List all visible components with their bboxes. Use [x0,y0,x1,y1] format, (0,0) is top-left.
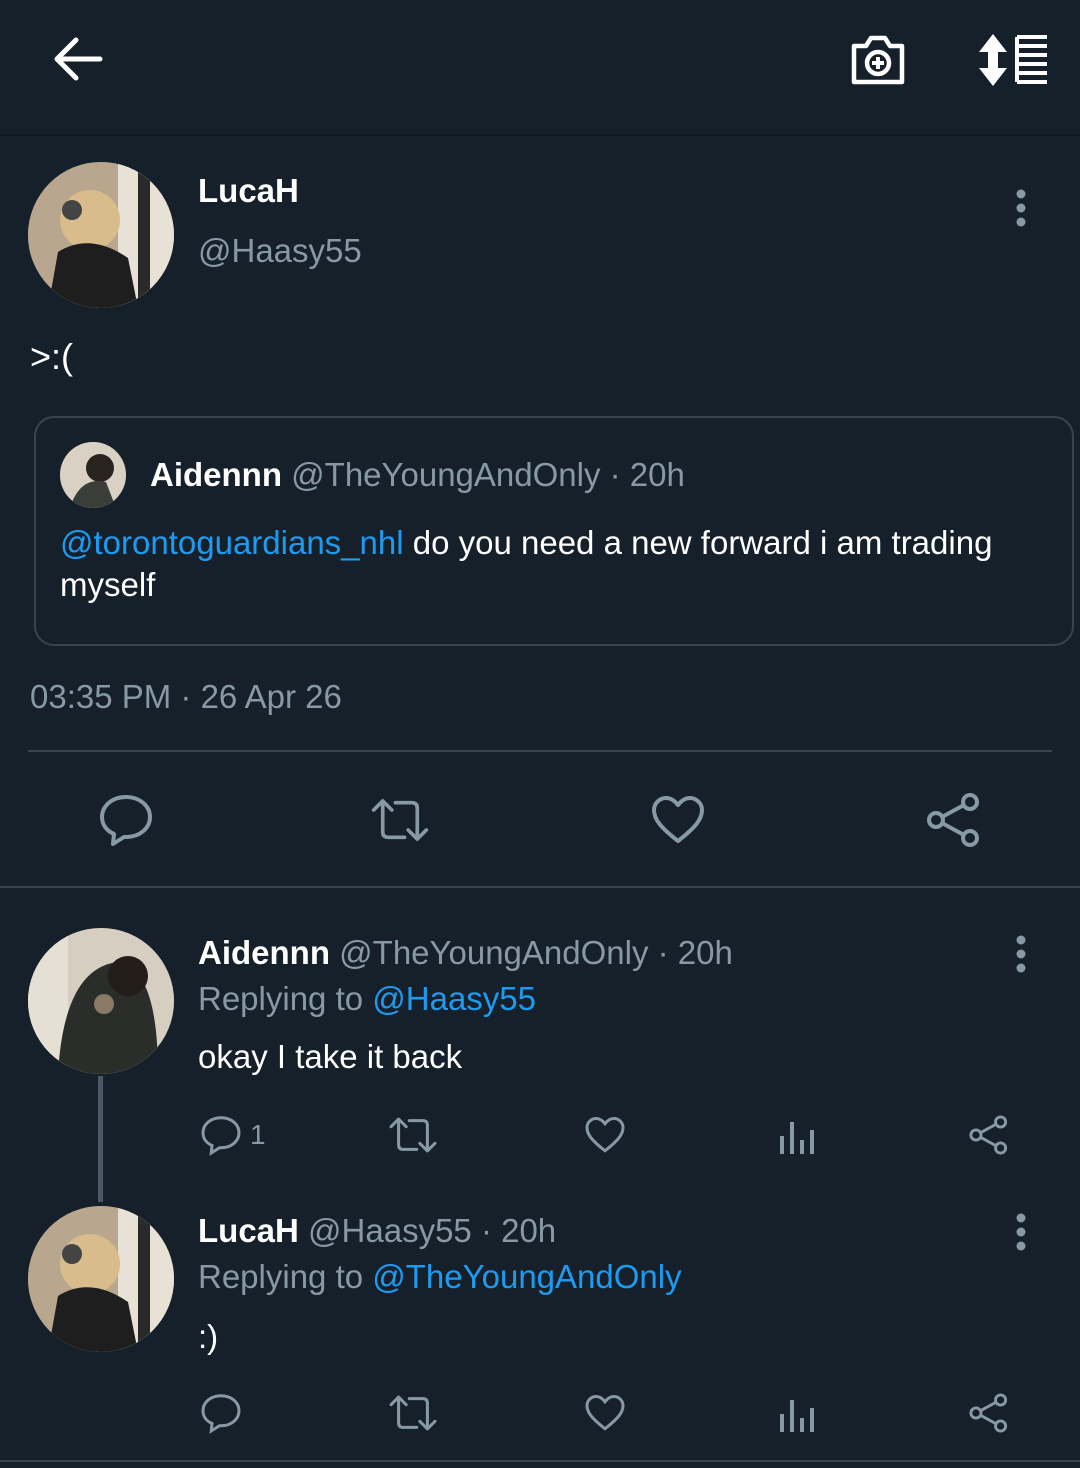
reply-author-handle[interactable]: @Haasy55 · 20h [308,1212,556,1249]
author-handle[interactable]: @Haasy55 [198,232,362,270]
thread-line [98,1076,103,1202]
like-icon[interactable] [648,790,708,850]
reply-author-name[interactable]: Aidennn [198,934,330,971]
retweet-icon[interactable] [388,1116,438,1154]
author-name[interactable]: LucaH [198,172,299,210]
back-arrow-icon[interactable] [40,26,116,92]
bottom-divider [0,1460,1080,1462]
more-options-icon[interactable] [1015,1212,1027,1252]
quoted-author-handle: @TheYoungAndOnly · 20h [291,456,685,493]
reply-header: Aidennn @TheYoungAndOnly · 20h [198,934,733,972]
share-icon[interactable] [968,1392,1010,1434]
tweet-timestamp: 03:35 PM · 26 Apr 26 [30,678,342,715]
like-icon[interactable] [584,1116,626,1154]
reply-icon [201,1116,241,1156]
reply-author-name[interactable]: LucaH [198,1212,299,1249]
reply-avatar[interactable] [28,1206,174,1352]
analytics-icon[interactable] [778,1116,816,1154]
like-icon[interactable] [584,1394,626,1432]
replying-to-prefix: Replying to [198,980,373,1017]
more-options-icon[interactable] [1015,188,1027,228]
share-icon[interactable] [968,1114,1010,1156]
camera-add-icon[interactable] [840,22,916,98]
reply-icon[interactable] [96,790,156,850]
top-app-bar [0,0,1080,136]
more-options-icon[interactable] [1015,934,1027,974]
avatar[interactable] [28,162,174,308]
reply-text: okay I take it back [198,1038,463,1075]
reply-text: :) [198,1318,219,1355]
sort-order-icon[interactable] [970,22,1056,98]
quoted-tweet-card[interactable]: Aidennn @TheYoungAndOnly · 20h @torontog… [34,416,1074,646]
mention-link[interactable]: @torontoguardians_nhl [60,524,404,561]
replying-to-prefix: Replying to [198,1258,373,1295]
quoted-text: @torontoguardians_nhl do you need a new … [60,522,1050,606]
divider [28,750,1052,752]
replying-to-line: Replying to @TheYoungAndOnly [198,1258,682,1296]
quoted-avatar [60,442,126,508]
reply-avatar[interactable] [28,928,174,1074]
replying-to-link[interactable]: @TheYoungAndOnly [372,1258,681,1295]
retweet-icon[interactable] [370,790,430,850]
reply-action[interactable]: 1 [200,1114,266,1156]
quoted-header: Aidennn @TheYoungAndOnly · 20h [150,456,685,494]
tweet-text: >:( [30,336,74,377]
replying-to-line: Replying to @Haasy55 [198,980,536,1018]
quoted-author-name: Aidennn [150,456,282,493]
reply-header: LucaH @Haasy55 · 20h [198,1212,556,1250]
share-icon[interactable] [924,790,984,850]
reply-icon[interactable] [200,1392,242,1434]
reply-author-handle[interactable]: @TheYoungAndOnly · 20h [339,934,733,971]
section-divider [0,886,1080,888]
retweet-icon[interactable] [388,1394,438,1432]
analytics-icon[interactable] [778,1394,816,1432]
replying-to-link[interactable]: @Haasy55 [372,980,536,1017]
reply-count: 1 [250,1119,266,1150]
